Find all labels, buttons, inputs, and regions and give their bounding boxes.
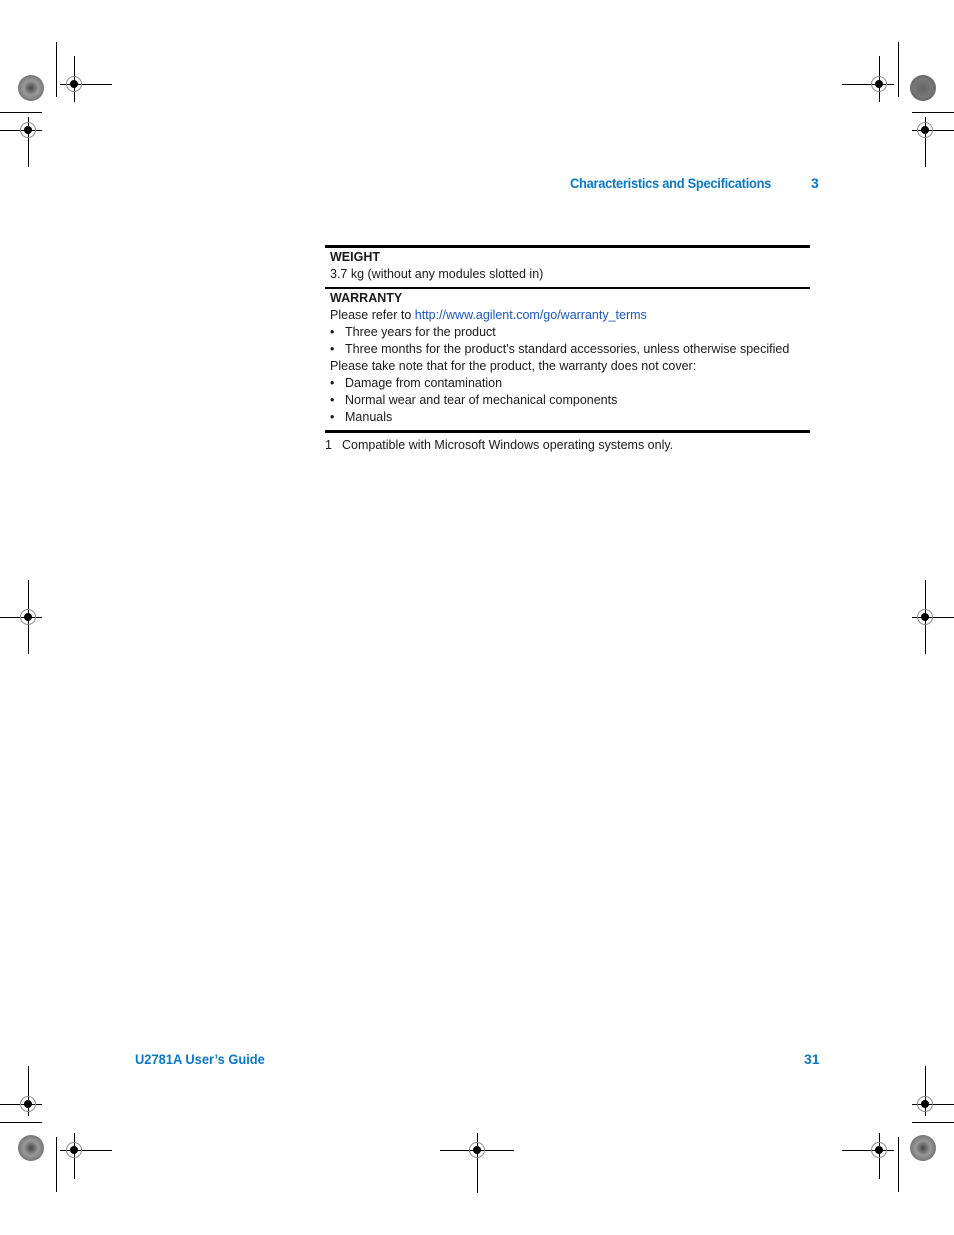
not-covered-item: • Manuals (325, 409, 810, 426)
table-top-rule (325, 245, 810, 248)
weight-value: 3.7 kg (without any modules slotted in) (330, 267, 544, 281)
weight-heading: WEIGHT (330, 250, 380, 264)
color-target-icon (18, 75, 44, 101)
covered-item: • Three months for the product's standar… (325, 341, 810, 358)
running-footer-page-number: 31 (804, 1051, 820, 1067)
bullet-icon: • (330, 376, 335, 390)
registration-dot-icon (875, 1146, 883, 1154)
crop-mark-line (0, 112, 42, 113)
bullet-icon: • (330, 342, 335, 356)
bullet-icon: • (330, 410, 335, 424)
bullet-icon: • (330, 325, 335, 339)
color-target-icon (910, 1135, 936, 1161)
registration-dot-icon (24, 126, 32, 134)
crop-mark-line (898, 1137, 899, 1192)
warranty-refer-prefix: Please refer to (330, 308, 415, 322)
bullet-icon: • (330, 393, 335, 407)
section-divider-rule (325, 287, 810, 289)
registration-dot-icon (921, 613, 929, 621)
table-bottom-rule (325, 430, 810, 433)
crop-mark-line (56, 1137, 57, 1192)
crop-mark-line (0, 1122, 42, 1123)
registration-dot-icon (24, 1100, 32, 1108)
not-covered-intro: Please take note that for the product, t… (330, 359, 697, 373)
not-covered-item-text: Manuals (345, 410, 393, 424)
warranty-refer-line: Please refer to http://www.agilent.com/g… (325, 307, 810, 324)
spec-table: WEIGHT 3.7 kg (without any modules slott… (325, 245, 810, 433)
registration-dot-icon (875, 80, 883, 88)
running-footer-guide-title: U2781A User’s Guide (135, 1051, 265, 1067)
covered-item-text: Three months for the product's standard … (345, 342, 790, 356)
running-header-chapter-number: 3 (811, 175, 819, 191)
registration-dot-icon (473, 1146, 481, 1154)
footnote: 1 Compatible with Microsoft Windows opera… (325, 437, 673, 454)
registration-dot-icon (70, 80, 78, 88)
not-covered-item: • Normal wear and tear of mechanical com… (325, 392, 810, 409)
crop-mark-line (898, 42, 899, 97)
covered-item-text: Three years for the product (345, 325, 496, 339)
not-covered-item: • Damage from contamination (325, 375, 810, 392)
color-target-icon (18, 1135, 44, 1161)
footnote-number: 1 (325, 438, 332, 452)
footnote-text: Compatible with Microsoft Windows operat… (342, 438, 674, 452)
registration-dot-icon (70, 1146, 78, 1154)
not-covered-item-text: Damage from contamination (345, 376, 503, 390)
warranty-heading: WARRANTY (330, 291, 403, 305)
not-covered-item-text: Normal wear and tear of mechanical compo… (345, 393, 618, 407)
warranty-terms-link[interactable]: http://www.agilent.com/go/warranty_terms (415, 308, 647, 322)
registration-dot-icon (24, 613, 32, 621)
crop-mark-line (912, 1122, 954, 1123)
covered-item: • Three years for the product (325, 324, 810, 341)
registration-dot-icon (921, 1100, 929, 1108)
registration-dot-icon (921, 126, 929, 134)
color-target-icon (910, 75, 936, 101)
crop-mark-line (912, 112, 954, 113)
crop-mark-line (56, 42, 57, 97)
running-header-section-title: Characteristics and Specifications (570, 175, 772, 191)
